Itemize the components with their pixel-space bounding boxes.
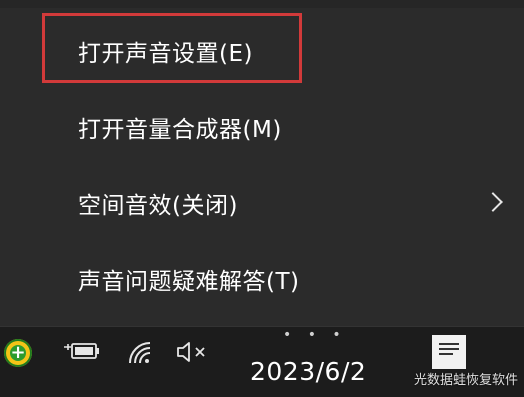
volume-muted-icon[interactable] xyxy=(176,341,210,367)
menu-item-label: 声音问题疑难解答(T) xyxy=(78,269,300,295)
taskbar: • • • 2023/6/2 光数据蛙恢复软件 xyxy=(0,326,524,397)
menu-item-label: 打开声音设置(E) xyxy=(78,41,253,67)
wifi-icon[interactable] xyxy=(126,339,158,369)
sound-context-menu: 打开声音设置(E) 打开音量合成器(M) 空间音效(关闭) 声音问题疑难解答(T… xyxy=(0,0,524,326)
watermark-text: 光数据蛙恢复软件 xyxy=(413,373,518,388)
menu-item-open-volume-mixer[interactable]: 打开音量合成器(M) xyxy=(0,96,524,158)
notification-icon[interactable] xyxy=(432,335,466,369)
menu-item-label: 空间音效(关闭) xyxy=(78,193,238,219)
clock-time-partial: • • • xyxy=(283,327,347,343)
menu-item-spatial-sound[interactable]: 空间音效(关闭) xyxy=(0,172,524,234)
360-security-icon[interactable] xyxy=(4,339,32,367)
taskbar-date[interactable]: 2023/6/2 xyxy=(250,357,366,386)
menu-item-label: 打开音量合成器(M) xyxy=(78,117,282,143)
menu-top-edge xyxy=(0,0,524,8)
chevron-right-icon xyxy=(483,192,503,212)
menu-item-open-sound-settings[interactable]: 打开声音设置(E) xyxy=(0,20,524,82)
menu-item-troubleshoot-sound[interactable]: 声音问题疑难解答(T) xyxy=(0,248,524,310)
battery-charging-icon[interactable] xyxy=(62,341,102,365)
watermark: 光数据蛙恢复软件 xyxy=(414,369,518,388)
screen: 打开声音设置(E) 打开音量合成器(M) 空间音效(关闭) 声音问题疑难解答(T… xyxy=(0,0,524,397)
